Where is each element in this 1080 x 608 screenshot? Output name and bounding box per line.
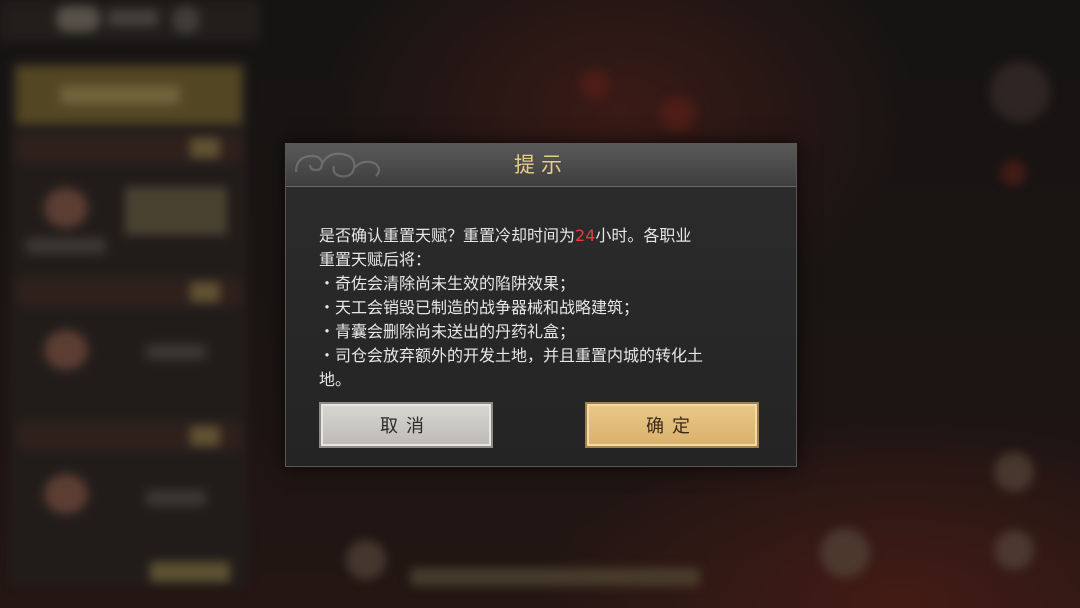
bullet-item: ・青囊会删除尚未送出的丹药礼盒； xyxy=(319,322,576,341)
bullet-item: ・天工会销毁已制造的战争器械和战略建筑； xyxy=(319,298,640,317)
confirm-dialog: 提示 是否确认重置天赋？重置冷却时间为24小时。各职业 重置天赋后将： ・奇佐会… xyxy=(285,143,797,467)
cooldown-hours: 24 xyxy=(575,226,596,245)
dialog-header: 提示 xyxy=(286,144,796,187)
message-line: 地。 xyxy=(319,370,352,389)
message-line: 重置天赋后将： xyxy=(319,250,432,269)
confirm-button[interactable]: 确定 xyxy=(585,402,759,448)
message-line: 是否确认重置天赋？重置冷却时间为24小时。各职业 xyxy=(319,224,769,248)
message-text: 是否确认重置天赋？重置冷却时间为 xyxy=(319,226,576,245)
message-text: 小时。各职业 xyxy=(595,226,692,245)
bullet-item: ・奇佐会清除尚未生效的陷阱效果； xyxy=(319,274,576,293)
bullet-item: ・司仓会放弃额外的开发土地，并且重置内城的转化土 xyxy=(319,346,704,365)
dialog-message: 是否确认重置天赋？重置冷却时间为24小时。各职业 重置天赋后将： ・奇佐会清除尚… xyxy=(319,224,769,392)
cancel-button[interactable]: 取消 xyxy=(319,402,493,448)
dialog-title: 提示 xyxy=(514,153,568,177)
